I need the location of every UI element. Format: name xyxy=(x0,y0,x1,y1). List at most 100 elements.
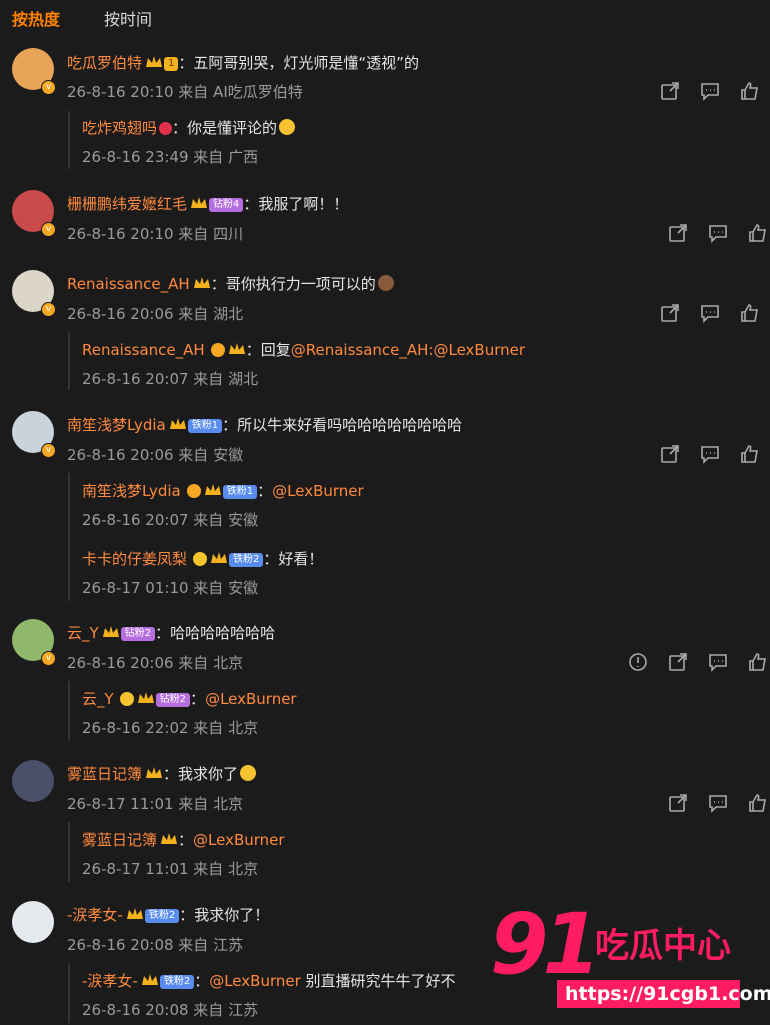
reply-meta: 26-8-16 20:07 来自 安徽 xyxy=(82,511,259,529)
reply-icon[interactable] xyxy=(708,793,730,813)
username[interactable]: 雾蓝日记簿 xyxy=(67,765,142,783)
like-icon[interactable] xyxy=(748,652,770,672)
reply-line: 南笙浅梦Lydia 铁粉1 ：@LexBurner xyxy=(82,482,364,500)
reply-meta: 26-8-16 22:02 来自 北京 xyxy=(82,719,259,737)
reply-username[interactable]: -涙孝女- xyxy=(82,972,138,990)
reply-icon[interactable] xyxy=(708,223,730,243)
reply-line: -涙孝女- 铁粉2 ：@LexBurner 别直播研究牛牛了好不 xyxy=(82,972,456,990)
reply-username[interactable]: 雾蓝日记簿 xyxy=(82,831,157,849)
verified-icon: v xyxy=(41,443,56,458)
like-icon[interactable] xyxy=(748,223,770,243)
share-icon[interactable] xyxy=(668,652,690,672)
comment-text: 我服了啊！！ xyxy=(258,195,349,213)
mention-link[interactable]: @LexBurner xyxy=(205,690,297,708)
crown-icon xyxy=(102,625,120,639)
comment-line: -涙孝女- 铁粉2 ：我求你了！ xyxy=(67,906,270,924)
crown-icon xyxy=(145,55,163,69)
share-icon[interactable] xyxy=(668,223,690,243)
comment-line: 南笙浅梦Lydia 铁粉1 ：所以牛来好看吗哈哈哈哈哈哈哈哈 xyxy=(67,416,463,434)
reply-username[interactable]: 南笙浅梦Lydia xyxy=(82,482,181,500)
avatar[interactable] xyxy=(12,760,54,802)
crown-icon xyxy=(141,973,159,987)
reply-icon[interactable] xyxy=(700,81,722,101)
reply-username[interactable]: 卡卡的仔姜凤梨 xyxy=(82,550,187,568)
smile-emoji-icon xyxy=(279,119,296,135)
username[interactable]: Renaissance_AH xyxy=(67,275,190,293)
crown-icon xyxy=(193,276,211,290)
comment-meta: 26-8-16 20:08 来自 江苏 xyxy=(67,936,244,954)
reply-block: 吃炸鸡翅吗 ：你是懂评论的 26-8-16 23:49 来自 广西 xyxy=(68,111,770,169)
reply-username[interactable]: Renaissance_AH xyxy=(82,341,205,359)
reply-line: Renaissance_AH ：回复@Renaissance_AH:@LexBur… xyxy=(82,341,526,359)
reply-line: 云_Y 钻粉2 ：@LexBurner xyxy=(82,690,297,708)
reply-block: 南笙浅梦Lydia 铁粉1 ：@LexBurner 26-8-16 20:07 来自… xyxy=(68,473,770,601)
comment-text: 我求你了 xyxy=(178,765,239,783)
crown-icon xyxy=(145,766,163,780)
reply-block: 雾蓝日记簿 ：@LexBurner 26-8-17 11:01 来自 北京 xyxy=(68,822,770,882)
username[interactable]: 吃瓜罗伯特 xyxy=(67,54,142,72)
reply-meta: 26-8-17 01:10 来自 安徽 xyxy=(82,579,259,597)
reply-line: 吃炸鸡翅吗 ：你是懂评论的 xyxy=(82,117,296,138)
like-icon[interactable] xyxy=(740,444,762,464)
reply-icon[interactable] xyxy=(700,303,722,323)
fan-badge: 钻粉4 xyxy=(209,198,244,212)
comment-text: 所以牛来好看吗哈哈哈哈哈哈哈哈 xyxy=(237,416,463,434)
watermark-url: https://91cgb1.com xyxy=(557,980,770,1008)
mention-link[interactable]: @LexBurner xyxy=(272,482,364,500)
share-icon[interactable] xyxy=(668,793,690,813)
username[interactable]: 南笙浅梦Lydia xyxy=(67,416,166,434)
username[interactable]: 云_Y xyxy=(67,624,99,642)
verified-icon xyxy=(210,343,225,357)
reply-block: Renaissance_AH ：回复@Renaissance_AH:@LexBur… xyxy=(68,332,770,390)
like-icon[interactable] xyxy=(740,303,762,323)
like-icon[interactable] xyxy=(748,793,770,813)
badge-icon xyxy=(159,122,173,135)
reply-block: 云_Y 钻粉2 ：@LexBurner 26-8-16 22:02 来自 北京 xyxy=(68,681,770,741)
reply-line: 雾蓝日记簿 ：@LexBurner xyxy=(82,831,285,849)
fan-badge: 铁粉1 xyxy=(187,419,223,433)
comment-actions xyxy=(650,222,770,244)
comment-actions xyxy=(642,443,762,465)
reply-username[interactable]: 云_Y xyxy=(82,690,114,708)
crown-icon xyxy=(204,483,222,497)
reply-icon[interactable] xyxy=(700,444,722,464)
reply-meta: 26-8-16 20:08 来自 江苏 xyxy=(82,1001,259,1019)
fan-badge: 铁粉1 xyxy=(222,485,258,499)
reply-icon[interactable] xyxy=(708,652,730,672)
comment-actions xyxy=(610,651,770,673)
comment-actions xyxy=(650,792,770,814)
reply-username[interactable]: 吃炸鸡翅吗 xyxy=(82,119,157,137)
comment-meta: 26-8-16 20:06 来自 湖北 xyxy=(67,305,244,323)
report-icon[interactable] xyxy=(628,652,650,672)
reply-text: 好看！ xyxy=(278,550,324,568)
mention-link[interactable]: @Renaissance_AH:@LexBurner xyxy=(291,341,525,359)
fan-badge: 钻粉2 xyxy=(155,693,191,707)
verified-icon: v xyxy=(41,222,56,237)
share-icon[interactable] xyxy=(660,303,682,323)
share-icon[interactable] xyxy=(660,81,682,101)
crown-icon xyxy=(190,196,208,210)
fan-badge: 铁粉2 xyxy=(144,909,180,923)
username[interactable]: 栅栅鹏纬爱嬷红毛 xyxy=(67,195,187,213)
reply-text: 回复 xyxy=(260,341,291,359)
fan-badge: 铁粉2 xyxy=(159,975,195,989)
fan-badge: 钻粉2 xyxy=(120,627,156,641)
like-icon[interactable] xyxy=(740,81,762,101)
mention-link[interactable]: @LexBurner xyxy=(209,972,301,990)
crown-icon xyxy=(137,691,155,705)
comment-meta: 26-8-17 11:01 来自 北京 xyxy=(67,795,244,813)
sort-tabs: 按热度 按时间 xyxy=(0,0,770,34)
tab-sort-time[interactable]: 按时间 xyxy=(104,6,152,30)
comment-line: 吃瓜罗伯特 1 ：五阿哥别哭，灯光师是懂“透视”的 xyxy=(67,54,419,72)
comment-text: 我求你了！ xyxy=(194,906,270,924)
avatar[interactable] xyxy=(12,901,54,943)
username[interactable]: -涙孝女- xyxy=(67,906,123,924)
reply-meta: 26-8-16 20:07 来自 湖北 xyxy=(82,370,259,388)
comment-meta: 26-8-16 20:10 来自 四川 xyxy=(67,225,244,243)
comment-line: Renaissance_AH ：哥你执行力一项可以的 xyxy=(67,273,394,294)
reply-text: 你是懂评论的 xyxy=(187,119,278,137)
mention-link[interactable]: @LexBurner xyxy=(193,831,285,849)
share-icon[interactable] xyxy=(660,444,682,464)
crown-icon xyxy=(228,342,246,356)
tab-sort-hot[interactable]: 按热度 xyxy=(12,6,60,30)
